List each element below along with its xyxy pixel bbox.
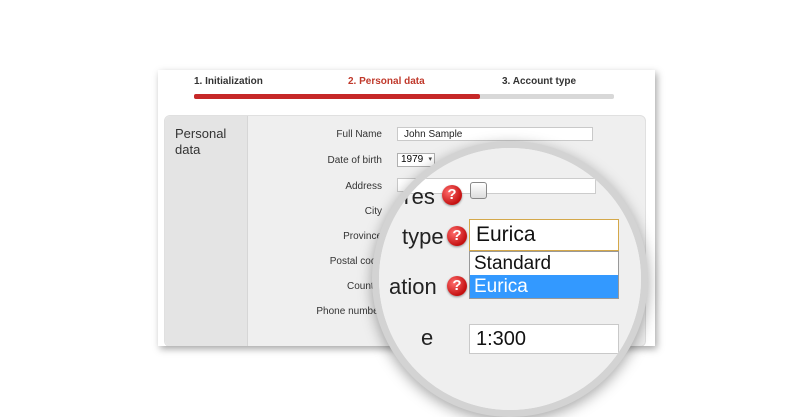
step-initialization[interactable]: 1. Initialization bbox=[194, 76, 263, 87]
full-name-input[interactable]: John Sample bbox=[397, 127, 593, 141]
option-eurica[interactable]: Eurica bbox=[470, 275, 618, 298]
progress-fill bbox=[194, 94, 480, 99]
label-address: Address bbox=[345, 181, 382, 192]
magnified-label-scale: e bbox=[421, 325, 434, 350]
progress-track bbox=[194, 94, 614, 99]
label-date-of-birth: Date of birth bbox=[327, 155, 382, 166]
panel-title: Personal data bbox=[175, 126, 227, 157]
magnifier-lens: Yes ? type ? Eurica Standard Eurica atio… bbox=[372, 141, 648, 417]
magnified-label-type: type bbox=[402, 224, 444, 249]
panel-sidebar: Personal data bbox=[165, 116, 248, 346]
label-full-name: Full Name bbox=[336, 129, 382, 140]
account-type-select[interactable]: Eurica bbox=[469, 219, 619, 251]
help-icon[interactable]: ? bbox=[447, 276, 467, 296]
step-personal-data[interactable]: 2. Personal data bbox=[348, 76, 425, 87]
help-icon[interactable]: ? bbox=[447, 226, 467, 246]
scale-input[interactable]: 1:300 bbox=[469, 324, 619, 354]
step-account-type[interactable]: 3. Account type bbox=[502, 76, 576, 87]
help-icon[interactable]: ? bbox=[442, 185, 462, 205]
label-phone-number: Phone number bbox=[316, 306, 382, 317]
option-standard[interactable]: Standard bbox=[470, 252, 618, 275]
checkbox-icon[interactable] bbox=[470, 182, 487, 199]
magnified-label-location: ation bbox=[389, 274, 437, 299]
magnified-label-yes: Yes bbox=[399, 184, 435, 209]
account-type-dropdown: Standard Eurica bbox=[469, 251, 619, 299]
label-province: Province bbox=[343, 231, 382, 242]
